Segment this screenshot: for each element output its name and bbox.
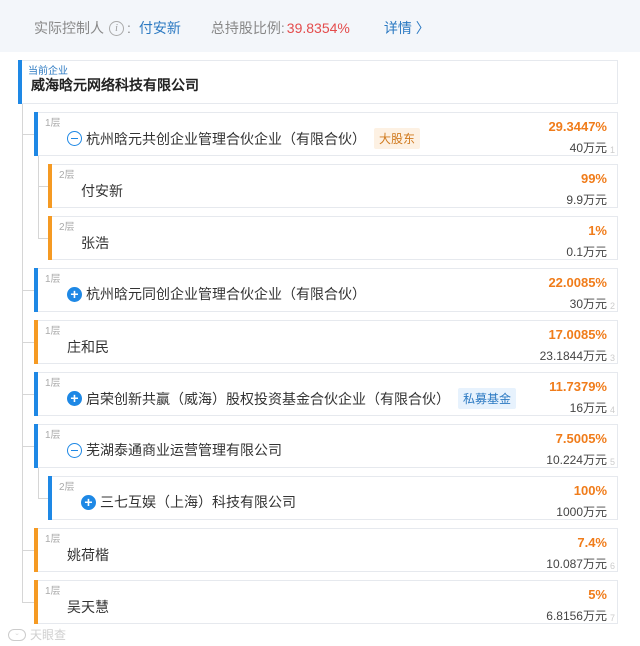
subscribed-amount: 10.087万元 xyxy=(546,557,607,571)
shareholder-name[interactable]: 杭州晗元共创企业管理合伙企业（有限合伙） xyxy=(86,129,366,149)
total-ratio-value: 39.8354% xyxy=(286,20,350,36)
collapse-icon[interactable] xyxy=(67,442,82,458)
subscribed-amount: 0.1万元 xyxy=(566,245,607,259)
info-icon[interactable]: i xyxy=(109,20,124,36)
share-percent: 1% xyxy=(588,223,607,238)
shareholder-row[interactable]: 1层 杭州晗元共创企业管理合伙企业（有限合伙） 大股东 29.3447% 40万… xyxy=(34,112,618,156)
layer-label: 1层 xyxy=(45,430,61,441)
subscribed-amount: 16万元 xyxy=(569,401,607,415)
subscribed-amount: 30万元 xyxy=(569,297,607,311)
private-fund-badge: 私募基金 xyxy=(458,388,517,409)
shareholder-row[interactable]: 1层 庄和民 17.0085% 23.1844万元 3 xyxy=(34,320,618,364)
shareholder-name[interactable]: 三七互娱（上海）科技有限公司 xyxy=(100,492,296,512)
layer-label: 1层 xyxy=(45,586,61,597)
shareholder-name[interactable]: 启荣创新共赢（威海）股权投资基金合伙企业（有限合伙） xyxy=(86,389,450,409)
shareholder-name[interactable]: 吴天慧 xyxy=(67,597,109,617)
detail-link[interactable]: 详情 〉 xyxy=(384,18,430,38)
row-index: 2 xyxy=(609,301,615,311)
shareholder-name[interactable]: 付安新 xyxy=(81,181,123,201)
row-index: 3 xyxy=(609,353,615,363)
shareholder-row[interactable]: 1层 姚荷楷 7.4% 10.087万元 6 xyxy=(34,528,618,572)
shareholder-name[interactable]: 庄和民 xyxy=(67,337,109,357)
share-percent: 7.5005% xyxy=(555,431,607,446)
collapse-icon[interactable] xyxy=(67,131,82,146)
current-company-name: 威海晗元网络科技有限公司 xyxy=(31,77,199,93)
controller-summary-bar: 实际控制人 i : 付安新 总持股比例: 39.8354% 详情 〉 xyxy=(0,0,640,52)
layer-label: 2层 xyxy=(59,170,75,181)
shareholder-row[interactable]: 1层 + 启荣创新共赢（威海）股权投资基金合伙企业（有限合伙） 私募基金 11.… xyxy=(34,372,618,416)
shareholder-row[interactable]: 2层 + 三七互娱（上海）科技有限公司 100% 1000万元 xyxy=(48,476,618,520)
row-index: 5 xyxy=(609,457,615,467)
layer-label: 1层 xyxy=(45,378,61,389)
expand-icon[interactable]: + xyxy=(81,494,96,510)
tree-connector xyxy=(22,104,23,602)
controller-label: 实际控制人 xyxy=(34,20,104,36)
subscribed-amount: 9.9万元 xyxy=(566,193,607,207)
current-company-card[interactable]: 当前企业 威海晗元网络科技有限公司 xyxy=(18,60,618,104)
layer-label: 1层 xyxy=(45,534,61,545)
layer-label: 1层 xyxy=(45,274,61,285)
watermark-logo: ᵕ 天眼查 xyxy=(8,626,66,643)
shareholder-row[interactable]: 2层 付安新 99% 9.9万元 xyxy=(48,164,618,208)
layer-label: 1层 xyxy=(45,118,61,129)
share-percent: 11.7379% xyxy=(549,379,607,394)
major-shareholder-badge: 大股东 xyxy=(374,128,421,149)
share-percent: 22.0085% xyxy=(548,275,607,290)
shareholder-row[interactable]: 1层 + 杭州晗元同创企业管理合伙企业（有限合伙） 22.0085% 30万元 … xyxy=(34,268,618,312)
subscribed-amount: 6.8156万元 xyxy=(546,609,607,623)
shareholder-name[interactable]: 杭州晗元同创企业管理合伙企业（有限合伙） xyxy=(86,284,366,304)
controller-name-link[interactable]: 付安新 xyxy=(139,18,181,38)
subscribed-amount: 40万元 xyxy=(569,141,607,155)
shareholder-name[interactable]: 张浩 xyxy=(81,233,109,253)
expand-icon[interactable]: + xyxy=(67,391,82,406)
share-percent: 29.3447% xyxy=(548,119,607,134)
row-index: 1 xyxy=(609,145,615,155)
eye-logo-icon: ᵕ xyxy=(8,628,26,641)
shareholder-row[interactable]: 1层 芜湖泰通商业运营管理有限公司 7.5005% 10.224万元 5 xyxy=(34,424,618,468)
watermark-text: 天眼查 xyxy=(30,628,67,642)
layer-label: 1层 xyxy=(45,326,61,337)
shareholder-name[interactable]: 芜湖泰通商业运营管理有限公司 xyxy=(86,440,282,460)
share-percent: 17.0085% xyxy=(548,327,607,342)
shareholder-row[interactable]: 1层 吴天慧 5% 6.8156万元 7 xyxy=(34,580,618,624)
expand-icon[interactable]: + xyxy=(67,286,82,302)
share-percent: 100% xyxy=(573,483,607,498)
layer-label: 2层 xyxy=(59,222,75,233)
total-ratio-label: 总持股比例: xyxy=(210,20,285,36)
row-index: 4 xyxy=(609,405,615,415)
row-index: 6 xyxy=(609,561,615,571)
share-percent: 99% xyxy=(580,171,607,186)
shareholder-name[interactable]: 姚荷楷 xyxy=(67,545,109,565)
shareholder-row[interactable]: 2层 张浩 1% 0.1万元 xyxy=(48,216,618,260)
row-index: 7 xyxy=(609,613,615,623)
subscribed-amount: 1000万元 xyxy=(556,505,607,519)
layer-label: 2层 xyxy=(59,482,75,493)
subscribed-amount: 23.1844万元 xyxy=(539,349,607,363)
share-percent: 5% xyxy=(588,587,607,602)
subscribed-amount: 10.224万元 xyxy=(546,453,607,467)
share-percent: 7.4% xyxy=(577,535,607,550)
